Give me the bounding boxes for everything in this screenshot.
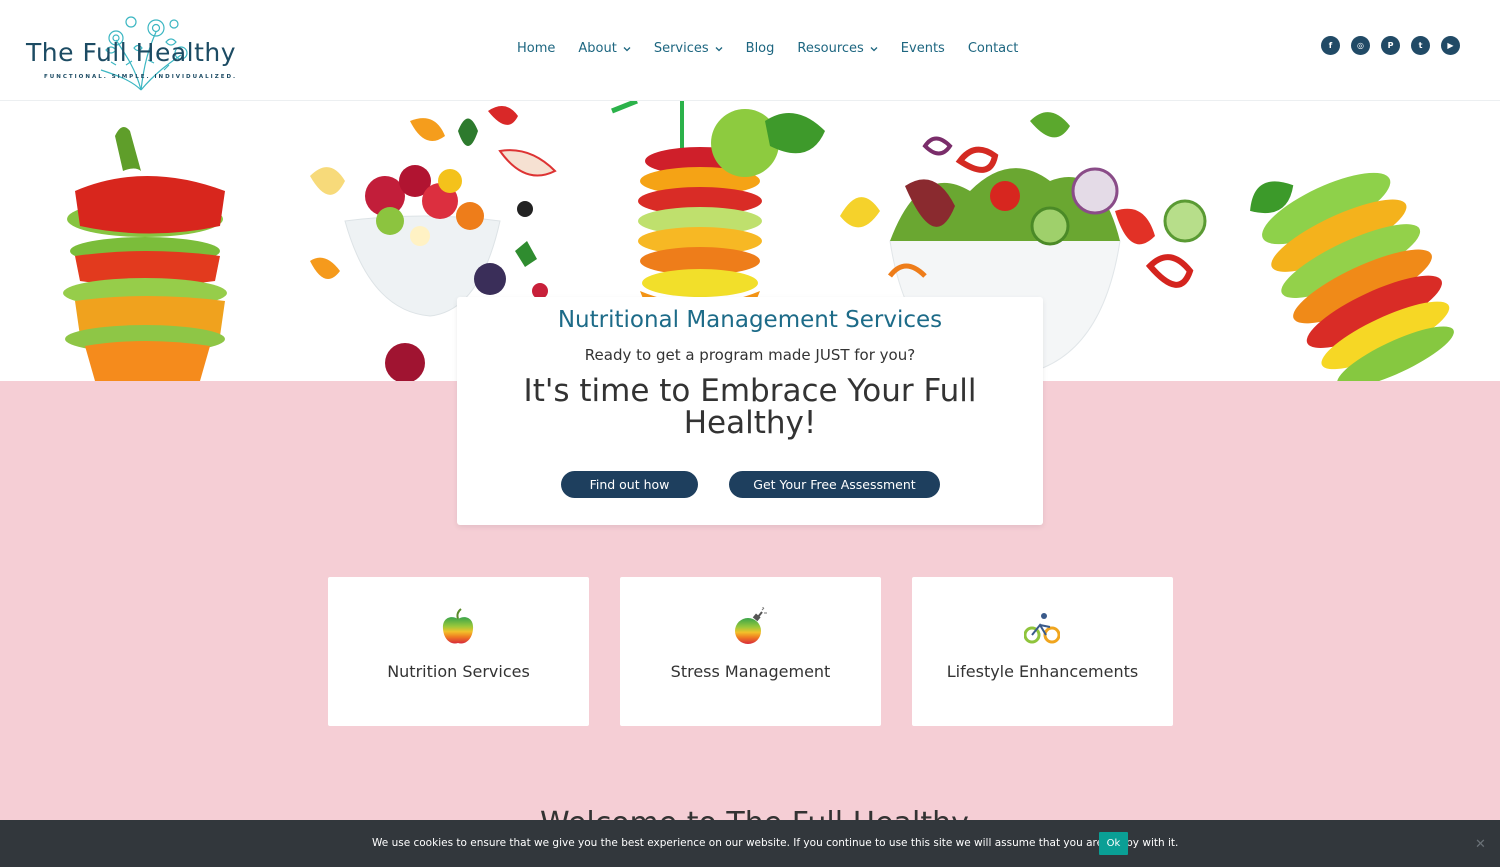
free-assessment-button[interactable]: Get Your Free Assessment	[729, 471, 940, 498]
nav-item-resources[interactable]: Resources	[797, 41, 878, 56]
nav-item-label: Blog	[745, 41, 775, 56]
hero-kicker: Nutritional Management Services	[557, 307, 943, 333]
service-card-nutrition[interactable]: Nutrition Services	[328, 577, 589, 726]
hero-subtitle: Ready to get a program made JUST for you…	[584, 346, 916, 364]
nav-item-label: Resources	[797, 41, 864, 56]
cookie-notice-bar: We use cookies to ensure that we give yo…	[0, 820, 1500, 867]
service-card-lifestyle[interactable]: Lifestyle Enhancements	[912, 577, 1173, 726]
instagram-icon[interactable]: ◎	[1351, 36, 1370, 55]
nav-item-contact[interactable]: Contact	[968, 41, 1019, 56]
site-header: The Full Healthy FUNCTIONAL. SIMPLE. IND…	[0, 0, 1500, 101]
nav-item-label: Contact	[967, 41, 1019, 56]
nav-item-label: About	[578, 41, 617, 56]
cookie-notice-text: We use cookies to ensure that we give yo…	[372, 837, 1179, 849]
fruit-slice-stack	[611, 101, 825, 326]
main-nav: Home About Services Blog Resources Events Cont…	[517, 41, 1018, 56]
apple-icon	[442, 608, 474, 644]
facebook-icon[interactable]: f	[1321, 36, 1340, 55]
bicycle-icon	[1024, 613, 1060, 644]
hero-headline: It's time to Embrace Your Full Healthy!	[523, 373, 977, 441]
brand-name: The Full Healthy	[26, 38, 237, 67]
bomb-icon	[735, 607, 767, 644]
twitter-icon[interactable]: t	[1411, 36, 1430, 55]
youtube-icon[interactable]: ▶	[1441, 36, 1460, 55]
find-out-how-button[interactable]: Find out how	[561, 471, 698, 498]
brand-tagline: FUNCTIONAL. SIMPLE. INDIVIDUALIZED.	[44, 74, 238, 80]
service-card-stress[interactable]: Stress Management	[620, 577, 881, 726]
service-label: Nutrition Services	[387, 662, 530, 681]
pinterest-icon[interactable]: P	[1381, 36, 1400, 55]
nav-item-blog[interactable]: Blog	[746, 41, 775, 56]
chevron-down-icon	[870, 46, 878, 51]
pepper-stack	[63, 127, 227, 381]
apple-slice-stack	[1250, 172, 1454, 381]
site-logo[interactable]: The Full Healthy FUNCTIONAL. SIMPLE. IND…	[26, 10, 236, 92]
nav-item-about[interactable]: About	[578, 41, 631, 56]
nav-item-events[interactable]: Events	[901, 41, 945, 56]
chevron-down-icon	[623, 46, 631, 51]
service-label: Lifestyle Enhancements	[946, 662, 1139, 681]
nav-item-label: Services	[653, 41, 709, 56]
social-links: f ◎ Pt ▶	[1321, 36, 1460, 55]
close-icon[interactable]: ✕	[1475, 837, 1486, 852]
nav-item-label: Events	[900, 41, 945, 56]
nav-item-services[interactable]: Services	[654, 41, 723, 56]
service-label: Stress Management	[670, 662, 831, 681]
nav-item-label: Home	[517, 41, 556, 56]
hero-callout-card: Nutritional Management Services Ready to…	[457, 297, 1043, 525]
nav-item-home[interactable]: Home	[517, 41, 555, 56]
cookie-accept-button[interactable]: Ok	[1099, 832, 1128, 855]
chevron-down-icon	[715, 46, 723, 51]
